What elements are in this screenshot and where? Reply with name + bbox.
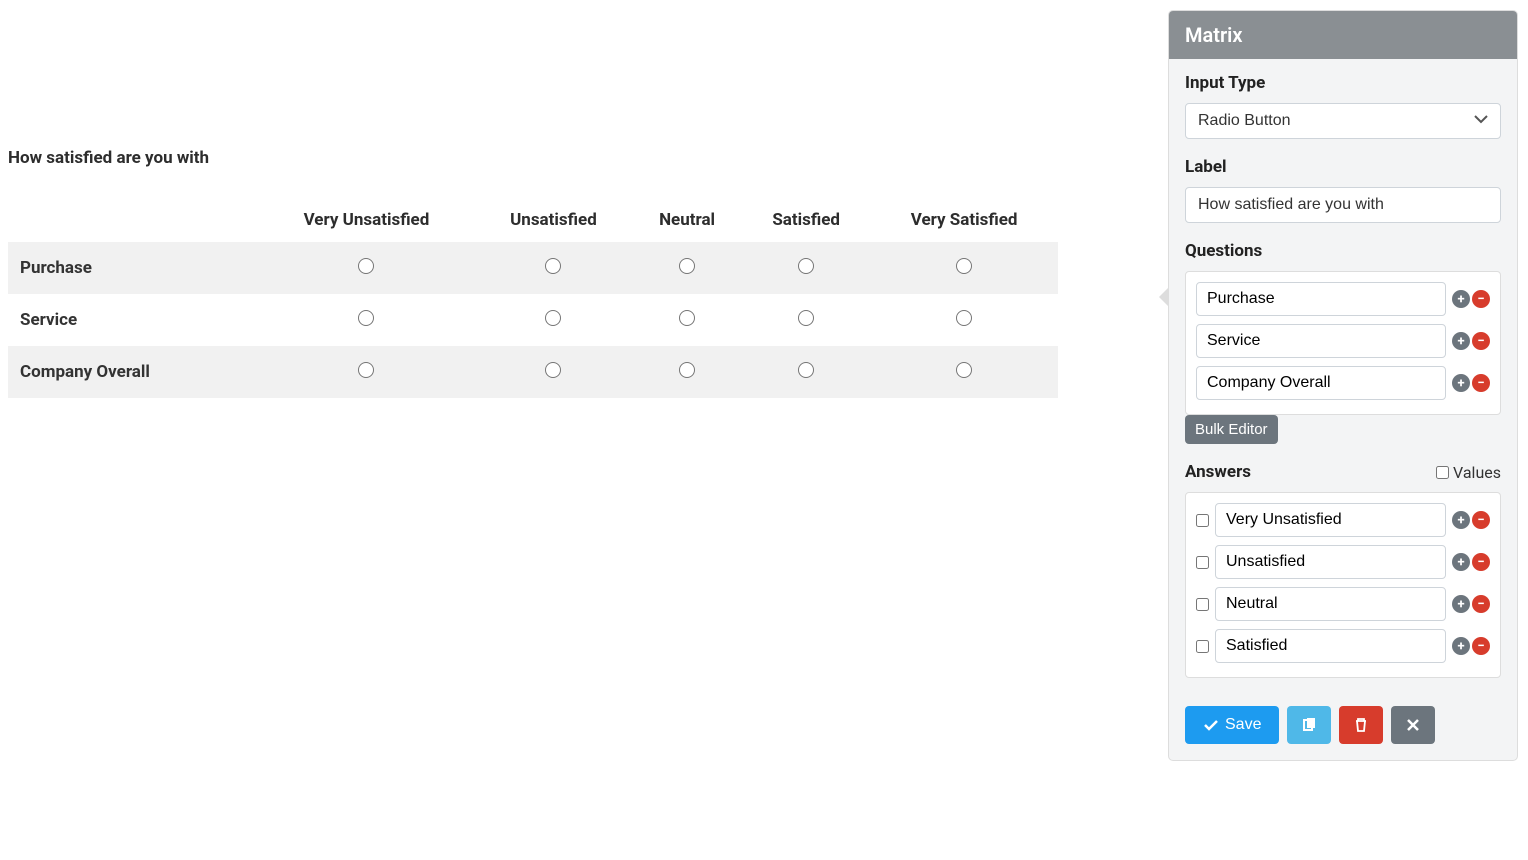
question-input[interactable] <box>1196 324 1446 358</box>
matrix-radio[interactable] <box>545 310 561 326</box>
matrix-radio[interactable] <box>358 310 374 326</box>
trash-icon <box>1353 717 1369 733</box>
plus-icon[interactable]: + <box>1452 290 1470 308</box>
copy-button[interactable] <box>1287 706 1331 744</box>
list-item: + − <box>1196 629 1490 663</box>
matrix-radio[interactable] <box>358 362 374 378</box>
minus-icon[interactable]: − <box>1472 290 1490 308</box>
minus-icon[interactable]: − <box>1472 595 1490 613</box>
input-type-label: Input Type <box>1185 73 1501 93</box>
matrix-radio[interactable] <box>545 362 561 378</box>
answers-list: + − + − + − <box>1185 492 1501 678</box>
matrix-radio[interactable] <box>679 362 695 378</box>
answer-checkbox[interactable] <box>1196 598 1209 611</box>
matrix-row-label: Service <box>8 294 258 346</box>
plus-icon[interactable]: + <box>1452 374 1470 392</box>
table-row: Service <box>8 294 1058 346</box>
plus-icon[interactable]: + <box>1452 595 1470 613</box>
minus-icon[interactable]: − <box>1472 511 1490 529</box>
panel-title: Matrix <box>1169 11 1517 59</box>
plus-icon[interactable]: + <box>1452 553 1470 571</box>
matrix-col-header: Satisfied <box>742 198 870 242</box>
plus-icon[interactable]: + <box>1452 332 1470 350</box>
bulk-editor-button[interactable]: Bulk Editor <box>1185 415 1278 444</box>
list-item: + − <box>1196 587 1490 621</box>
matrix-radio[interactable] <box>545 258 561 274</box>
list-item: + − <box>1196 282 1490 316</box>
plus-icon[interactable]: + <box>1452 637 1470 655</box>
question-input[interactable] <box>1196 282 1446 316</box>
label-input[interactable] <box>1185 187 1501 223</box>
settings-panel: Matrix Input Type Label Questions <box>1168 10 1518 761</box>
matrix-row-label: Company Overall <box>8 346 258 398</box>
save-button[interactable]: Save <box>1185 706 1279 744</box>
matrix-table: Very Unsatisfied Unsatisfied Neutral Sat… <box>8 198 1058 398</box>
copy-icon <box>1301 717 1317 733</box>
table-row: Purchase <box>8 242 1058 294</box>
matrix-col-header: Neutral <box>632 198 742 242</box>
table-row: Company Overall <box>8 346 1058 398</box>
matrix-radio[interactable] <box>956 310 972 326</box>
list-item: + − <box>1196 545 1490 579</box>
close-button[interactable] <box>1391 706 1435 744</box>
delete-button[interactable] <box>1339 706 1383 744</box>
answer-checkbox[interactable] <box>1196 556 1209 569</box>
matrix-header-spacer <box>8 198 258 242</box>
matrix-col-header: Very Satisfied <box>870 198 1058 242</box>
matrix-radio[interactable] <box>679 258 695 274</box>
matrix-radio[interactable] <box>798 310 814 326</box>
matrix-radio[interactable] <box>358 258 374 274</box>
answer-input[interactable] <box>1215 629 1446 663</box>
matrix-radio[interactable] <box>956 258 972 274</box>
input-type-select[interactable] <box>1185 103 1501 139</box>
matrix-radio[interactable] <box>798 258 814 274</box>
minus-icon[interactable]: − <box>1472 332 1490 350</box>
list-item: + − <box>1196 324 1490 358</box>
plus-icon[interactable]: + <box>1452 511 1470 529</box>
label-field-label: Label <box>1185 157 1501 177</box>
answer-checkbox[interactable] <box>1196 640 1209 653</box>
answer-input[interactable] <box>1215 587 1446 621</box>
matrix-row-label: Purchase <box>8 242 258 294</box>
close-icon <box>1405 717 1421 733</box>
matrix-col-header: Very Unsatisfied <box>258 198 475 242</box>
list-item: + − <box>1196 366 1490 400</box>
matrix-radio[interactable] <box>798 362 814 378</box>
panel-pointer <box>1159 287 1169 307</box>
question-input[interactable] <box>1196 366 1446 400</box>
list-item: + − <box>1196 503 1490 537</box>
questions-label: Questions <box>1185 241 1501 261</box>
answer-input[interactable] <box>1215 503 1446 537</box>
matrix-preview: How satisfied are you with Very Unsatisf… <box>8 148 1058 398</box>
matrix-radio[interactable] <box>956 362 972 378</box>
matrix-col-header: Unsatisfied <box>475 198 632 242</box>
panel-footer: Save <box>1169 694 1517 760</box>
values-checkbox[interactable] <box>1436 466 1449 479</box>
answer-input[interactable] <box>1215 545 1446 579</box>
minus-icon[interactable]: − <box>1472 553 1490 571</box>
answer-checkbox[interactable] <box>1196 514 1209 527</box>
matrix-radio[interactable] <box>679 310 695 326</box>
matrix-question-title: How satisfied are you with <box>8 148 1058 168</box>
minus-icon[interactable]: − <box>1472 374 1490 392</box>
minus-icon[interactable]: − <box>1472 637 1490 655</box>
answers-label: Answers <box>1185 462 1251 482</box>
questions-list: + − + − + − <box>1185 271 1501 415</box>
check-icon <box>1203 717 1219 733</box>
values-toggle[interactable]: Values <box>1436 463 1501 482</box>
save-button-label: Save <box>1225 716 1261 734</box>
values-toggle-label: Values <box>1453 463 1501 482</box>
